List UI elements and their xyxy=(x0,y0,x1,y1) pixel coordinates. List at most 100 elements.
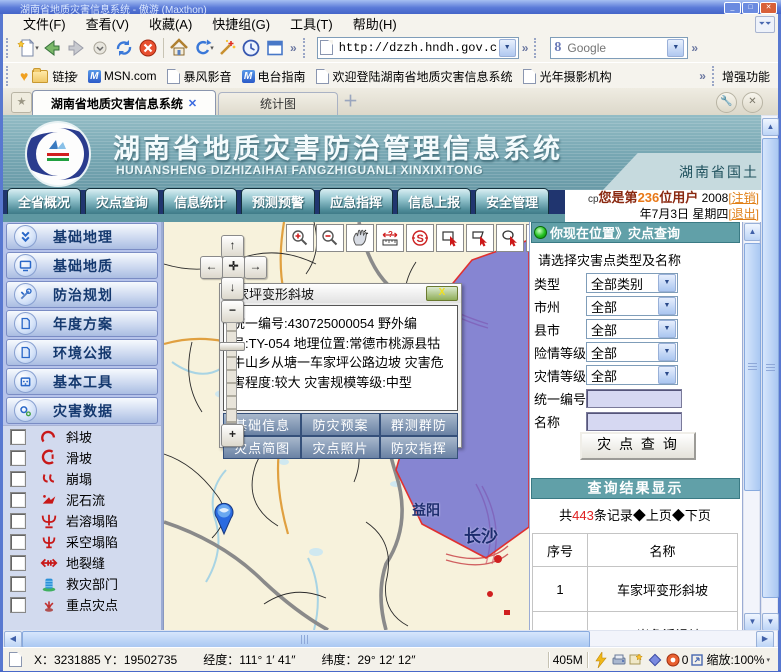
tab-settings-wrench-icon[interactable]: 🔧 xyxy=(716,92,737,113)
page-scrollbar-thumb[interactable] xyxy=(762,138,779,598)
refresh-button[interactable] xyxy=(112,36,136,60)
zoom-in-tool[interactable] xyxy=(286,224,314,252)
popup-close-icon[interactable]: X xyxy=(426,286,458,301)
menu-file[interactable]: 文件(F) xyxy=(23,14,66,33)
full-extent-tool[interactable]: S xyxy=(406,224,434,252)
enhanced-features-label[interactable]: 增强功能 xyxy=(722,68,770,85)
pan-right-button[interactable]: → xyxy=(244,256,267,279)
close-button[interactable]: ✕ xyxy=(760,2,777,14)
city-select[interactable]: 全部▼ xyxy=(586,296,678,316)
urlbar-overflow-icon[interactable]: » xyxy=(522,41,529,55)
query-button[interactable]: 灾 点 查 询 xyxy=(580,432,696,460)
popup-title-bar[interactable]: 车家坪变形斜坡 X xyxy=(220,284,461,303)
bookmarks-grip[interactable] xyxy=(6,66,13,86)
prev-page-link[interactable]: ◆上页 xyxy=(633,508,672,523)
horizontal-scrollbar-thumb[interactable] xyxy=(22,631,590,648)
select-rect-tool[interactable] xyxy=(436,224,464,252)
pan-down-button[interactable]: ↓ xyxy=(221,277,244,300)
url-dropdown-icon[interactable]: ▼ xyxy=(499,39,516,57)
karst-collapse-checkbox[interactable] xyxy=(10,513,26,529)
url-input[interactable] xyxy=(337,40,499,56)
diamond-icon[interactable] xyxy=(646,651,664,669)
stop-button[interactable] xyxy=(136,36,160,60)
table-row[interactable]: 1 车家坪变形斜坡 xyxy=(533,567,738,612)
sidebar-item-annual-plan[interactable]: 年度方案 xyxy=(6,310,158,337)
toolbar-overflow-icon[interactable]: » xyxy=(290,41,297,55)
address-bar[interactable]: ▼ xyxy=(317,37,519,59)
menu-help[interactable]: 帮助(H) xyxy=(353,14,397,33)
tab-statistics[interactable]: 统计图 xyxy=(218,92,338,116)
plugins-grip[interactable] xyxy=(712,66,719,86)
bookmark-msn[interactable]: MMSN.com xyxy=(88,69,157,83)
sidebar-item-prevention-plan[interactable]: 防治规划 xyxy=(6,281,158,308)
chevron-down-icon[interactable]: ▼ xyxy=(658,320,676,338)
nav-tab-overview[interactable]: 全省概况 xyxy=(7,188,81,214)
pan-center-button[interactable]: ✛ xyxy=(222,256,245,279)
search-box[interactable]: 8 ▼ xyxy=(550,37,688,59)
filter-icon[interactable] xyxy=(628,651,646,669)
new-page-button[interactable]: ▾ xyxy=(16,36,40,60)
search-input[interactable] xyxy=(565,40,667,56)
zoom-out-tool[interactable] xyxy=(316,224,344,252)
collapse-checkbox[interactable] xyxy=(10,471,26,487)
row-name[interactable]: 下岩角溪滑坡 xyxy=(588,612,738,631)
blocked-counter-icon[interactable] xyxy=(664,651,682,669)
bookmark-radio[interactable]: M电台指南 xyxy=(242,68,306,85)
magic-wand-button[interactable] xyxy=(215,36,239,60)
zoom-in-step-button[interactable]: + xyxy=(221,424,244,447)
nav-tab-report[interactable]: 信息上报 xyxy=(397,188,471,214)
pan-left-button[interactable]: ← xyxy=(200,256,223,279)
sidebar-item-base-geography[interactable]: 基础地理 xyxy=(6,223,158,250)
window-panel-button[interactable] xyxy=(263,36,287,60)
tab-star-icon[interactable]: ★ xyxy=(11,92,32,113)
scroll-up-icon[interactable]: ▲ xyxy=(762,118,779,136)
proxy-icon[interactable] xyxy=(610,651,628,669)
scroll-down-icon[interactable]: ▼ xyxy=(762,613,779,631)
scroll-up-icon[interactable]: ▲ xyxy=(744,223,761,241)
sidebar-item-disaster-data[interactable]: 灾害数据 xyxy=(6,397,158,424)
key-disaster-point-checkbox[interactable] xyxy=(10,597,26,613)
tab-disaster-system[interactable]: 湖南省地质灾害信息系统 ✕ xyxy=(32,90,216,116)
menu-collapse-icon[interactable]: ⏷⏷ xyxy=(755,16,775,33)
zoom-level[interactable]: 缩放:100% xyxy=(706,651,764,668)
measure-tool[interactable]: ? xyxy=(376,224,404,252)
tab-close-icon[interactable]: ✕ xyxy=(188,97,197,110)
maximize-button[interactable]: □ xyxy=(742,2,759,14)
zoom-slider-track[interactable] xyxy=(226,322,237,424)
back-button[interactable] xyxy=(40,36,64,60)
chevron-down-icon[interactable]: ▼ xyxy=(658,366,676,384)
bookmark-hunan-disaster[interactable]: 欢迎登陆湖南省地质灾害信息系统 xyxy=(316,68,513,85)
county-select[interactable]: 全部▼ xyxy=(586,319,678,339)
panel-scrollbar-thumb[interactable] xyxy=(744,243,761,491)
map-pin-marker[interactable] xyxy=(210,500,238,536)
minimize-button[interactable]: _ xyxy=(724,2,741,14)
zoom-out-step-button[interactable]: − xyxy=(221,300,244,323)
zoom-slider-handle[interactable] xyxy=(219,342,245,351)
exit-link[interactable]: [退出] xyxy=(728,207,759,221)
unified-id-input[interactable] xyxy=(586,389,682,408)
bookmark-guangnian[interactable]: 光年摄影机构 xyxy=(523,68,612,85)
risk-level-select[interactable]: 全部▼ xyxy=(586,342,678,362)
urlbar-grip[interactable] xyxy=(303,38,310,58)
logout-link[interactable]: [注销] xyxy=(728,191,759,205)
horizontal-scrollbar[interactable]: ◀ ▶ xyxy=(3,630,778,647)
home-button[interactable] xyxy=(167,36,191,60)
debris-flow-checkbox[interactable] xyxy=(10,492,26,508)
search-overflow-icon[interactable]: » xyxy=(691,41,698,55)
map-viewport[interactable]: 益阳 长沙 ? S 车家坪变形斜坡 X 统一编号:430725000054 野外 xyxy=(163,222,529,630)
toolbar-grip[interactable] xyxy=(6,38,13,58)
sidebar-item-basic-tools[interactable]: 基本工具 xyxy=(6,368,158,395)
bookmarks-overflow-icon[interactable]: » xyxy=(699,69,706,83)
history-clock-button[interactable] xyxy=(239,36,263,60)
sidebar-item-base-geology[interactable]: 基础地质 xyxy=(6,252,158,279)
relief-department-checkbox[interactable] xyxy=(10,576,26,592)
row-name[interactable]: 车家坪变形斜坡 xyxy=(588,567,738,612)
chevron-down-icon[interactable]: ▼ xyxy=(658,274,676,292)
select-circle-tool[interactable] xyxy=(496,224,524,252)
search-dropdown-icon[interactable]: ▼ xyxy=(667,39,684,57)
disaster-level-select[interactable]: 全部▼ xyxy=(586,365,678,385)
mining-collapse-checkbox[interactable] xyxy=(10,534,26,550)
resize-icon[interactable] xyxy=(688,651,706,669)
group-monitoring-button[interactable]: 群测群防 xyxy=(381,414,457,435)
command-button[interactable]: 防灾指挥 xyxy=(381,437,457,458)
